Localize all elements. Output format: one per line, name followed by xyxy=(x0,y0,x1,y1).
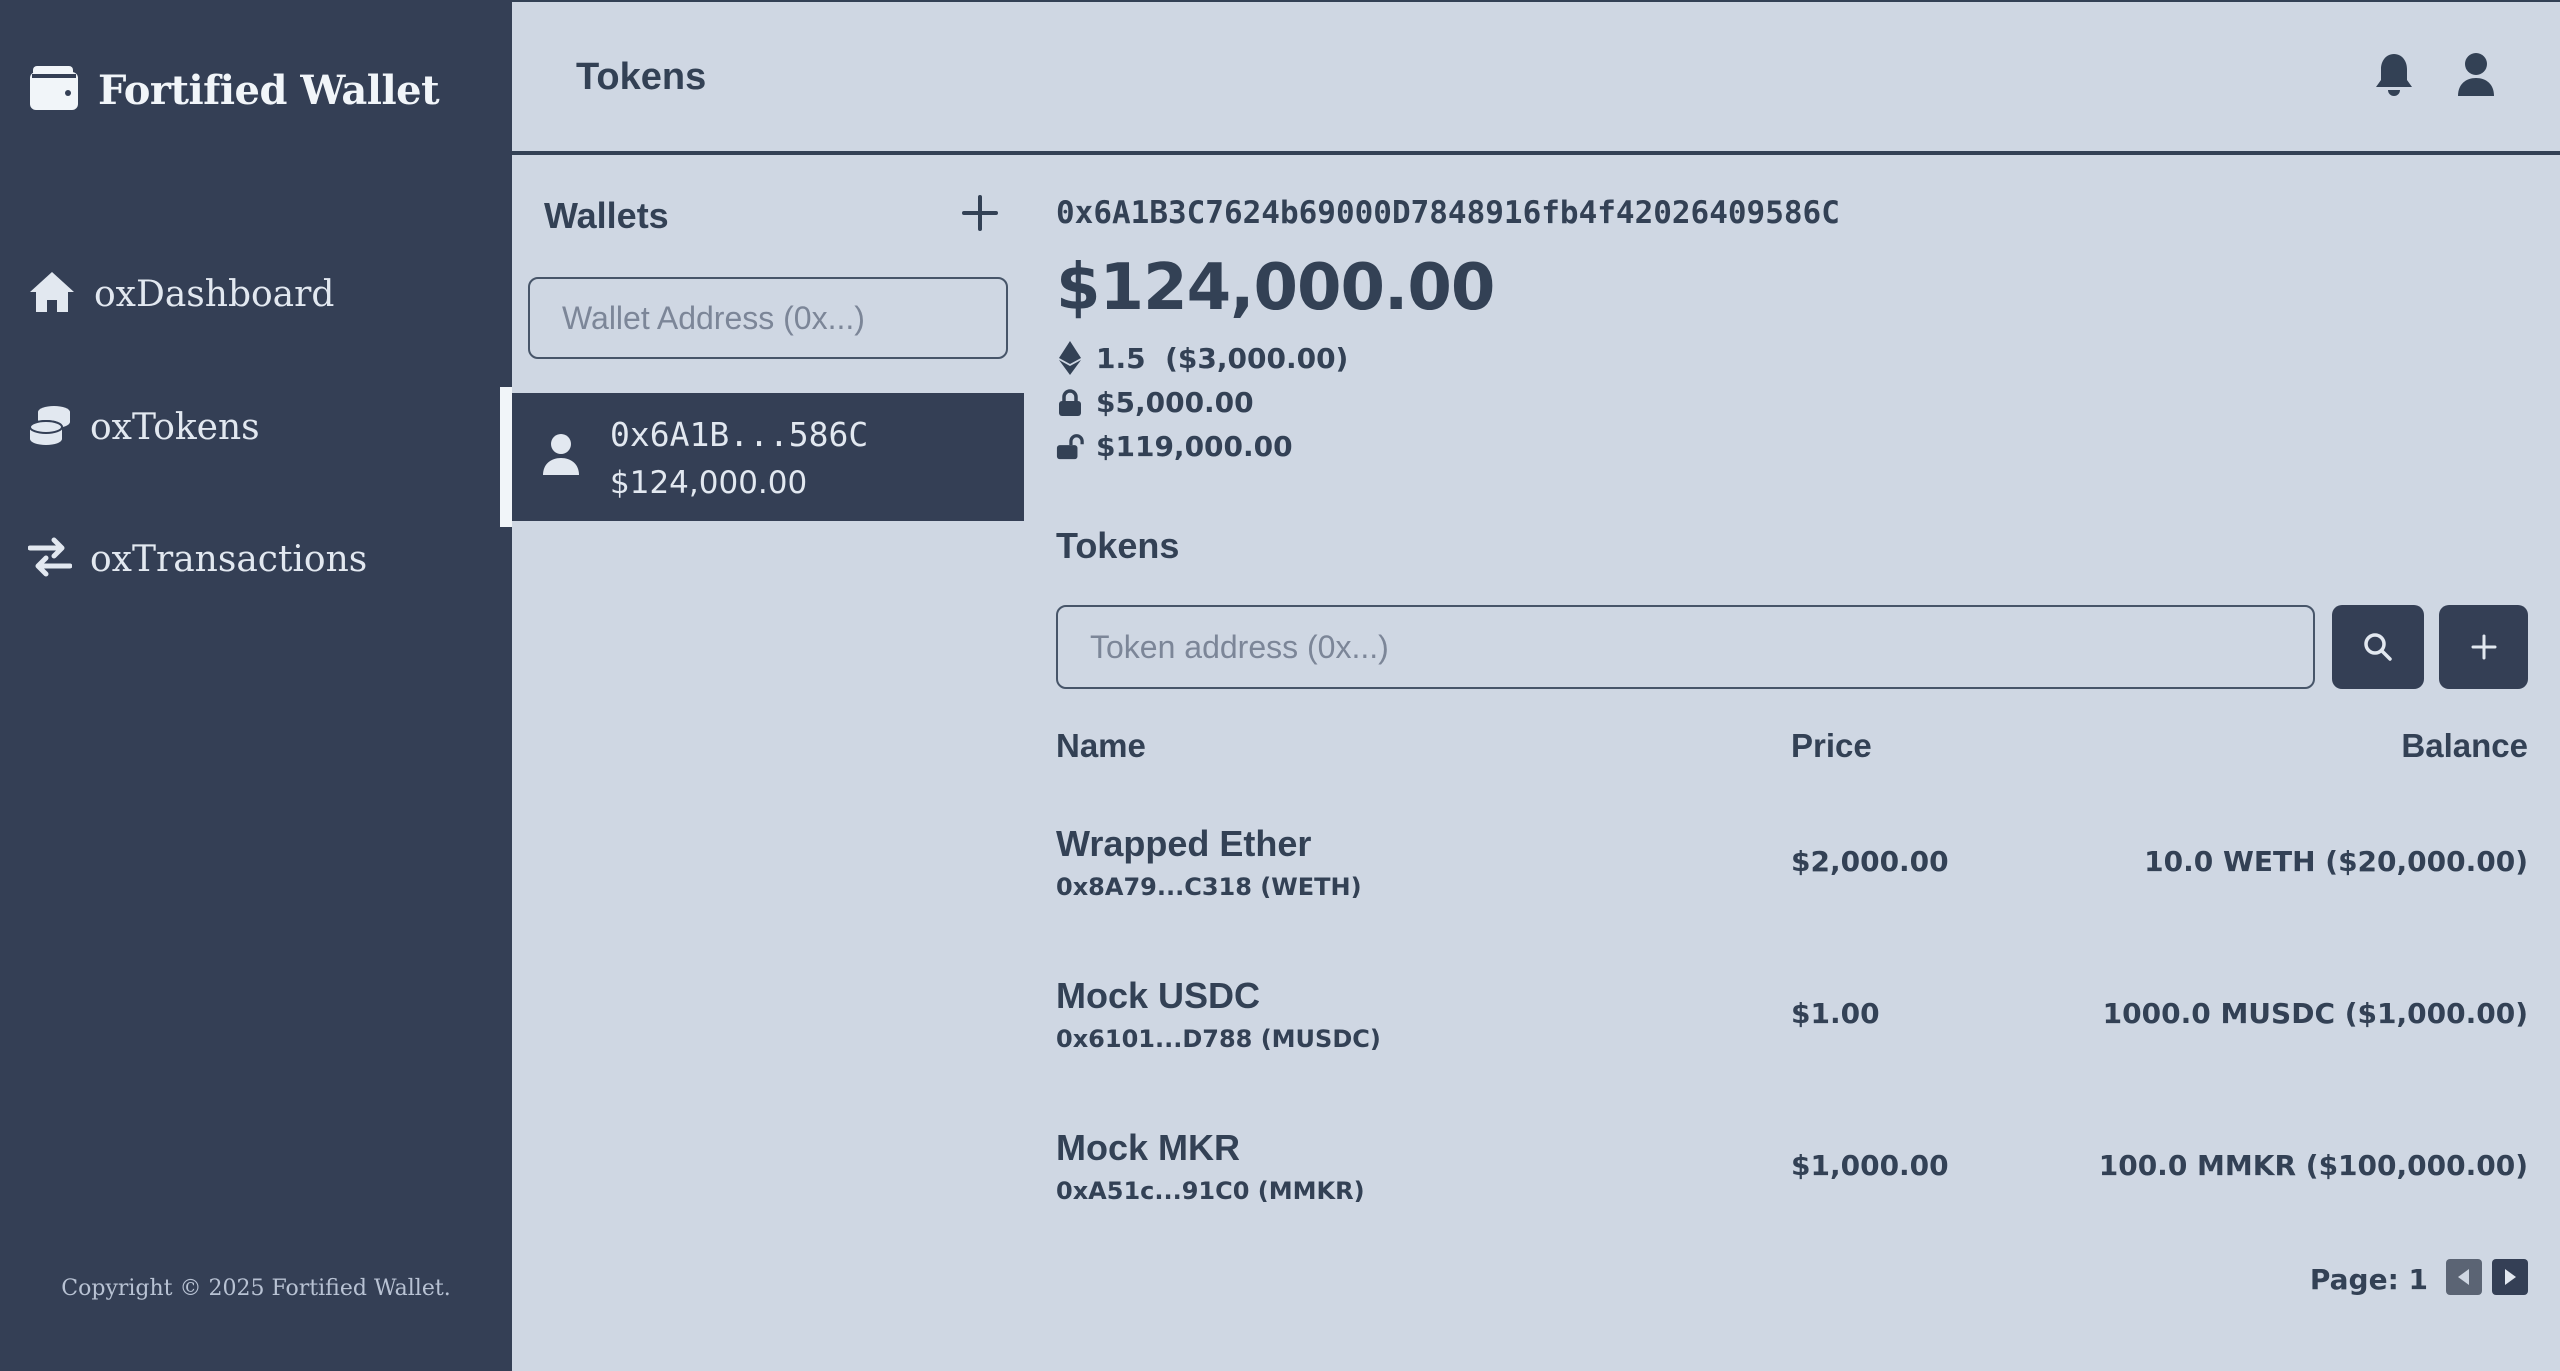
column-header-name: Name xyxy=(1056,727,1146,764)
copyright: Copyright © 2025 Fortified Wallet. xyxy=(61,1276,451,1301)
ethereum-icon xyxy=(1056,341,1084,375)
plus-icon xyxy=(2471,634,2496,660)
page-title: Tokens xyxy=(576,56,707,98)
token-balance: 1000.0 MUSDC ($1,000.00) xyxy=(2102,997,2528,1030)
tokens-section-title: Tokens xyxy=(1056,525,1180,566)
active-indicator xyxy=(500,387,512,527)
eth-balance-row: 1.5 ($3,000.00) xyxy=(1056,341,1348,375)
search-token-button[interactable] xyxy=(2332,605,2424,689)
table-row[interactable]: Mock MKR 0xA51c...91C0 (MMKR) $1,000.00 … xyxy=(1056,1127,2528,1257)
token-name: Wrapped Ether xyxy=(1056,823,1312,864)
lock-icon xyxy=(1056,388,1084,417)
token-price: $1.00 xyxy=(1791,997,1880,1030)
transfer-icon xyxy=(27,536,73,583)
user-icon[interactable] xyxy=(2456,52,2496,103)
sidebar-item-dashboard[interactable]: oxDashboard xyxy=(28,270,334,319)
home-icon xyxy=(28,270,76,319)
wallets-panel: Wallets 0x6A1B...586C $124,000.00 xyxy=(500,155,1024,1371)
sidebar-item-label: oxTokens xyxy=(90,407,260,448)
brand: Fortified Wallet xyxy=(30,66,440,115)
locked-balance: $5,000.00 xyxy=(1096,386,1254,419)
sidebar-item-transactions[interactable]: oxTransactions xyxy=(27,536,368,583)
wallet-full-address: 0x6A1B3C7624b69000D7848916fb4f4202640958… xyxy=(1056,195,1840,231)
sidebar-item-label: oxTransactions xyxy=(90,539,368,580)
chevron-left-icon xyxy=(2458,1269,2469,1285)
wallet-list-item[interactable]: 0x6A1B...586C $124,000.00 xyxy=(500,387,1024,527)
wallet-balance: $124,000.00 xyxy=(610,465,808,501)
token-address: 0x8A79...C318 (WETH) xyxy=(1056,873,1362,901)
table-row[interactable]: Mock USDC 0x6101...D788 (MUSDC) $1.00 10… xyxy=(1056,975,2528,1105)
bell-icon[interactable] xyxy=(2374,52,2414,103)
token-balance: 100.0 MMKR ($100,000.00) xyxy=(2098,1149,2528,1182)
top-bar: Tokens xyxy=(512,0,2560,155)
coins-icon xyxy=(28,403,72,452)
search-icon xyxy=(2364,633,2392,661)
prev-page-button[interactable] xyxy=(2446,1259,2482,1295)
wallet-address-input[interactable] xyxy=(528,277,1008,359)
sidebar-item-label: oxDashboard xyxy=(94,274,335,315)
token-address-input[interactable] xyxy=(1056,605,2315,689)
unlocked-balance: $119,000.00 xyxy=(1096,430,1293,463)
token-name: Mock USDC xyxy=(1056,975,1261,1016)
column-header-price: Price xyxy=(1791,727,1872,764)
token-price: $2,000.00 xyxy=(1791,845,1949,878)
wallet-detail: 0x6A1B3C7624b69000D7848916fb4f4202640958… xyxy=(1056,155,2528,1371)
eth-balance: 1.5 ($3,000.00) xyxy=(1096,341,1349,375)
add-token-button[interactable] xyxy=(2439,605,2528,689)
token-name: Mock MKR xyxy=(1056,1127,1241,1168)
sidebar-item-tokens[interactable]: oxTokens xyxy=(28,403,260,452)
total-balance: $124,000.00 xyxy=(1056,251,1495,325)
sidebar: Fortified Wallet oxDashboard oxTokens ox… xyxy=(0,0,512,1371)
plus-icon xyxy=(962,195,998,231)
token-price: $1,000.00 xyxy=(1791,1149,1949,1182)
user-icon xyxy=(542,433,580,482)
wallets-title: Wallets xyxy=(544,195,669,236)
wallet-icon xyxy=(30,66,80,115)
table-row[interactable]: Wrapped Ether 0x8A79...C318 (WETH) $2,00… xyxy=(1056,823,2528,953)
page-number: Page: 1 xyxy=(2309,1263,2428,1296)
wallet-address: 0x6A1B...586C xyxy=(610,415,869,454)
locked-balance-row: $5,000.00 xyxy=(1056,386,1254,419)
next-page-button[interactable] xyxy=(2492,1259,2528,1295)
add-wallet-button[interactable] xyxy=(952,185,1008,241)
token-address: 0x6101...D788 (MUSDC) xyxy=(1056,1025,1381,1053)
unlock-icon xyxy=(1056,433,1084,461)
chevron-right-icon xyxy=(2505,1269,2516,1285)
column-header-balance: Balance xyxy=(2401,727,2528,764)
app-title: Fortified Wallet xyxy=(98,67,440,114)
token-balance: 10.0 WETH ($20,000.00) xyxy=(2144,845,2528,878)
unlocked-balance-row: $119,000.00 xyxy=(1056,430,1293,463)
token-address: 0xA51c...91C0 (MMKR) xyxy=(1056,1177,1365,1205)
